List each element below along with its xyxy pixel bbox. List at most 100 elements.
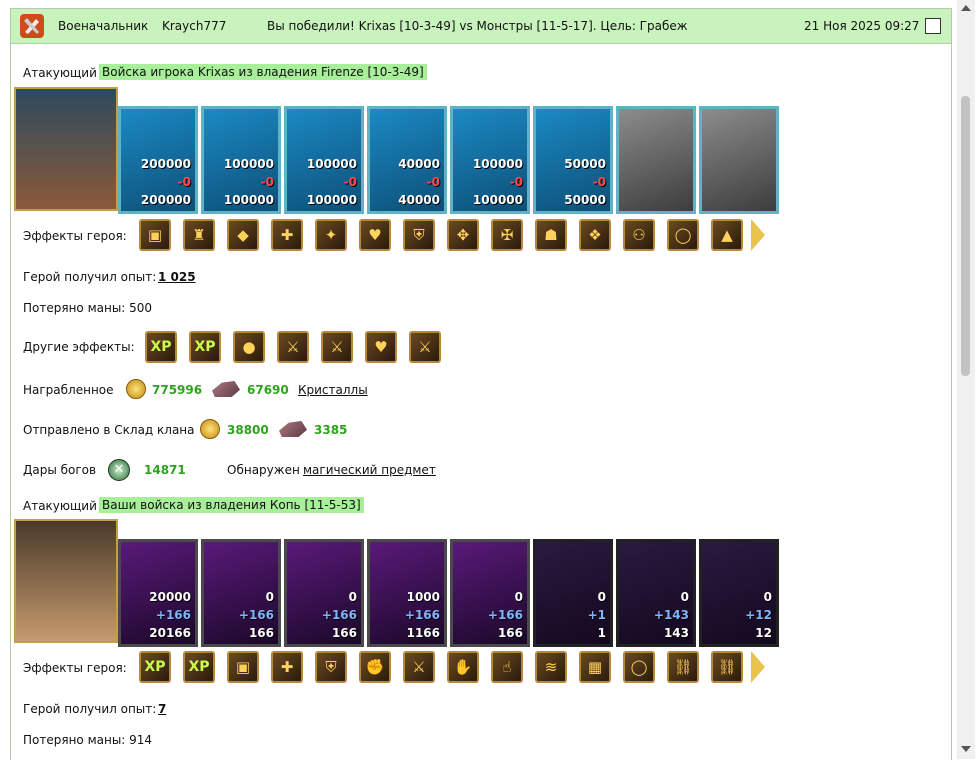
clan-gold: 38800: [227, 423, 269, 437]
unit-count-bottom: 166: [248, 626, 274, 640]
handshake-icon[interactable]: ✋: [447, 651, 479, 683]
unit-card[interactable]: [616, 106, 696, 214]
heart-icon[interactable]: ♥: [365, 331, 397, 363]
scroll-up-icon[interactable]: [961, 5, 971, 11]
report-datetime: 21 Ноя 2025 09:27: [804, 19, 920, 33]
xp-effect[interactable]: XP: [189, 331, 221, 363]
exp-label: Герой получил опыт:: [23, 270, 157, 284]
unit-count-top: 0: [514, 590, 523, 604]
gods-orb-icon: ✕: [108, 459, 130, 481]
unit-card[interactable]: [699, 106, 779, 214]
crystals-link[interactable]: Кристаллы: [298, 383, 368, 397]
armor-red-icon[interactable]: ✥: [447, 219, 479, 251]
rank-text: Военачальник: [58, 19, 149, 33]
gems-icon[interactable]: ◆: [227, 219, 259, 251]
select-checkbox[interactable]: [925, 18, 941, 34]
unit-count-top: 100000: [472, 157, 523, 171]
loot-gold: 775996: [152, 383, 203, 397]
claws-icon[interactable]: ≋: [535, 651, 567, 683]
exp-value-link[interactable]: 7: [158, 702, 166, 716]
unit-count-top: 0: [265, 590, 274, 604]
hero-portrait[interactable]: [14, 519, 118, 643]
unit-count-bottom: 1166: [406, 626, 440, 640]
hero-effects-label: Эффекты героя:: [23, 661, 127, 675]
unit-card[interactable]: 0 +166 166: [201, 539, 281, 647]
unit-card[interactable]: 1000 +166 1166: [367, 539, 447, 647]
sword-icon[interactable]: ⚔: [409, 331, 441, 363]
unit-count-top: 0: [348, 590, 357, 604]
unit-card[interactable]: 50000 -0 50000: [533, 106, 613, 214]
chest-icon[interactable]: ▣: [227, 651, 259, 683]
sword-icon[interactable]: ⚔: [403, 651, 435, 683]
gift-icon[interactable]: ✚: [271, 651, 303, 683]
unit-card[interactable]: 20000 +166 20166: [118, 539, 198, 647]
unit-card[interactable]: 40000 -0 40000: [367, 106, 447, 214]
clan-storage-label: Отправлено в Склад клана: [23, 423, 195, 437]
unit-count-bottom: 143: [663, 626, 689, 640]
hand-icon[interactable]: ☝: [491, 651, 523, 683]
report-message: Вы победили! Krixas [10-3-49] vs Монстры…: [267, 19, 688, 33]
mask-icon[interactable]: ❖: [579, 219, 611, 251]
xp-effect[interactable]: XP: [139, 651, 171, 683]
unit-card[interactable]: 0 +12 12: [699, 539, 779, 647]
unit-count-mid: +166: [404, 608, 440, 622]
chain-icon[interactable]: ⛓: [667, 651, 699, 683]
hero-portrait[interactable]: [14, 87, 118, 211]
scroll-down-icon[interactable]: [961, 746, 971, 752]
unit-card[interactable]: 200000 -0 200000: [118, 106, 198, 214]
exp-value-link[interactable]: 1 025: [158, 270, 196, 284]
loot-crystals: 67690: [247, 383, 289, 397]
unit-count-top: 20000: [149, 590, 191, 604]
unit-count-mid: +166: [321, 608, 357, 622]
unit-card[interactable]: 100000 -0 100000: [284, 106, 364, 214]
scroll-thumb[interactable]: [961, 96, 970, 376]
unit-count-mid: +1: [587, 608, 606, 622]
unit-count-mid: +143: [653, 608, 689, 622]
unit-card[interactable]: 0 +166 166: [450, 539, 530, 647]
xp-effect[interactable]: XP: [145, 331, 177, 363]
tent-icon[interactable]: ▲: [711, 219, 743, 251]
gold-icon: [200, 419, 220, 439]
attacker-title: Войска игрока Krixas из владения Firenze…: [99, 64, 427, 80]
chain-icon[interactable]: ⛓: [711, 651, 743, 683]
sword-icon[interactable]: ⚔: [321, 331, 353, 363]
unit-card[interactable]: 0 +143 143: [616, 539, 696, 647]
unit-card[interactable]: 0 +166 166: [284, 539, 364, 647]
unit-count-bottom: 20166: [149, 626, 191, 640]
unit-card[interactable]: 0 +1 1: [533, 539, 613, 647]
shield-icon[interactable]: ⛨: [315, 651, 347, 683]
gift-icon[interactable]: ✚: [271, 219, 303, 251]
unit-count-bottom: 12: [755, 626, 772, 640]
boots-icon[interactable]: ⚇: [623, 219, 655, 251]
xp-effect[interactable]: XP: [183, 651, 215, 683]
gold-icon[interactable]: ●: [233, 331, 265, 363]
next-arrow-icon[interactable]: [751, 219, 765, 251]
unit-card[interactable]: 100000 -0 100000: [450, 106, 530, 214]
unit-count-bottom: 40000: [398, 193, 440, 207]
unit-count-mid: -0: [509, 175, 523, 189]
sword-icon[interactable]: ⚔: [277, 331, 309, 363]
scrollbar[interactable]: [957, 0, 975, 759]
ring-icon[interactable]: ◯: [667, 219, 699, 251]
battle-report: Военачальник Kraych777 Вы победили! Krix…: [10, 8, 952, 760]
unit-count-top: 0: [680, 590, 689, 604]
magic-item-link[interactable]: магический предмет: [303, 463, 436, 477]
treasure-icon[interactable]: ✦: [315, 219, 347, 251]
fist-icon[interactable]: ✊: [359, 651, 391, 683]
unit-count-top: 0: [763, 590, 772, 604]
heart-icon[interactable]: ♥: [359, 219, 391, 251]
cross-icon[interactable]: ✠: [491, 219, 523, 251]
unit-count-bottom: 100000: [223, 193, 274, 207]
armor-icon[interactable]: ♜: [183, 219, 215, 251]
unit-count-bottom: 1: [597, 626, 606, 640]
unit-count-mid: -0: [177, 175, 191, 189]
helmet-icon[interactable]: ☗: [535, 219, 567, 251]
gold-icon: [126, 379, 146, 399]
unit-card[interactable]: 100000 -0 100000: [201, 106, 281, 214]
next-arrow-icon[interactable]: [751, 651, 765, 683]
chest-icon[interactable]: ▣: [139, 219, 171, 251]
cage-icon[interactable]: ▦: [579, 651, 611, 683]
shield-icon[interactable]: ⛨: [403, 219, 435, 251]
unit-count-top: 100000: [306, 157, 357, 171]
ring-icon[interactable]: ◯: [623, 651, 655, 683]
